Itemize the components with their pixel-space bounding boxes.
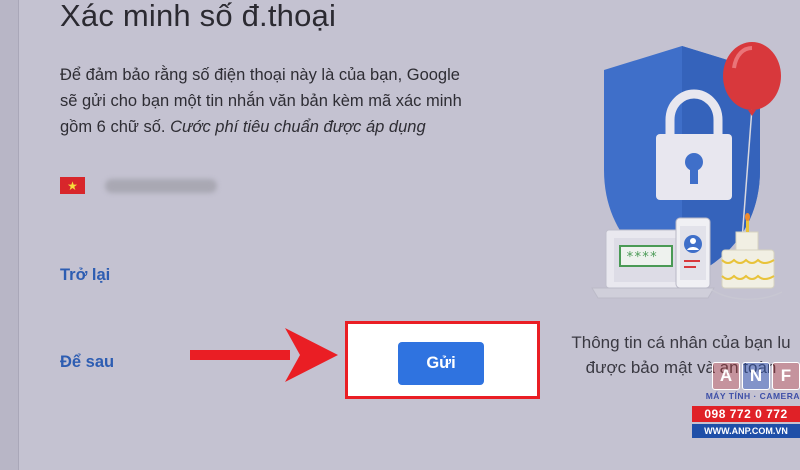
send-button[interactable]: Gửi xyxy=(398,342,484,385)
later-link[interactable]: Để sau xyxy=(60,353,114,372)
page-title: Xác minh số đ.thoại xyxy=(60,0,337,33)
watermark-phone: 098 772 0 772 xyxy=(692,406,800,422)
balloon-icon xyxy=(723,42,781,110)
watermark-letter: A xyxy=(712,362,740,390)
vietnam-flag-icon: ★ xyxy=(60,177,85,194)
password-mask-text: **** xyxy=(626,250,657,265)
caption-line-1: Thông tin cá nhân của bạn lu xyxy=(571,333,791,352)
watermark-subtitle: MÁY TÍNH · CAMERA xyxy=(705,391,800,401)
description-fee-note: Cước phí tiêu chuẩn được áp dụng xyxy=(170,118,426,136)
description: Để đảm bảo rằng số điện thoại này là của… xyxy=(60,62,480,140)
watermark-website: WWW.ANP.COM.VN xyxy=(692,424,800,438)
cake-icon xyxy=(721,249,775,289)
security-illustration: **** xyxy=(591,42,783,300)
watermark-letters: A N F xyxy=(688,362,800,390)
watermark-letter: F xyxy=(772,362,800,390)
red-arrow-icon xyxy=(190,328,338,382)
anp-watermark: A N F MÁY TÍNH · CAMERA 098 772 0 772 WW… xyxy=(688,362,800,450)
watermark-letter: N xyxy=(742,362,770,390)
phone-number-blurred xyxy=(105,179,217,193)
back-link[interactable]: Trở lại xyxy=(60,266,110,285)
